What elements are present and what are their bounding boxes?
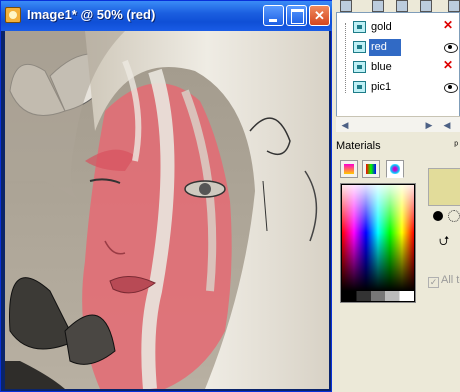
color-spectrum-box[interactable] [340, 183, 416, 303]
window-title: Image1* @ 50% (red) [27, 7, 156, 22]
layer-label: red [369, 39, 401, 56]
all-tools-checkbox[interactable]: ✓All to [428, 274, 460, 288]
layer-label: blue [371, 61, 392, 73]
tab-frame[interactable] [340, 160, 358, 178]
tab-swatches[interactable] [386, 160, 404, 178]
layer-options-icon[interactable] [372, 0, 384, 12]
portrait-artwork [5, 31, 329, 389]
color-spectrum[interactable] [342, 185, 414, 291]
all-tools-label: All to [441, 274, 460, 286]
rainbow-tab-icon [366, 164, 376, 174]
image-window: Image1* @ 50% (red) [0, 0, 332, 392]
layer-label: gold [371, 21, 392, 33]
layer-icon [353, 41, 366, 53]
maximize-button[interactable] [286, 5, 307, 26]
texture-circle-icon[interactable] [448, 210, 460, 222]
layer-icon [353, 61, 366, 73]
tree-line [345, 23, 346, 93]
layer-item-gold[interactable]: gold [353, 19, 433, 36]
tab-rainbow[interactable] [362, 160, 380, 178]
layers-scrollbar[interactable]: ◀ ▶ ◀ [336, 116, 460, 132]
scroll-left-icon[interactable]: ◀ [440, 118, 454, 132]
visibility-eye-icon[interactable] [443, 79, 459, 95]
swatches-tab-icon [390, 164, 400, 174]
pin-icon[interactable]: ᵖ [454, 140, 458, 151]
duplicate-layer-icon[interactable] [396, 0, 408, 12]
layer-icon [353, 81, 366, 93]
layers-panel: gold red blue pic1 ✕ ✕ [336, 12, 460, 132]
layer-icon [353, 21, 366, 33]
swap-colors-icon[interactable]: ⮍ [439, 232, 449, 254]
foreground-swatch[interactable] [428, 168, 460, 206]
scroll-left-icon[interactable]: ◀ [338, 118, 352, 132]
scroll-right-icon[interactable]: ▶ [422, 118, 436, 132]
layer-item-pic1[interactable]: pic1 [353, 79, 433, 96]
title-bar[interactable]: Image1* @ 50% (red) [1, 1, 332, 31]
layer-item-red[interactable]: red [353, 39, 433, 56]
frame-tab-icon [344, 164, 354, 174]
layer-label: pic1 [371, 81, 392, 93]
materials-panel: ⮍ ✓All to [336, 156, 460, 392]
image-canvas[interactable] [5, 31, 329, 389]
delete-layer-x-icon[interactable]: ✕ [443, 59, 455, 71]
close-button[interactable] [309, 5, 330, 26]
palette-area: gold red blue pic1 ✕ ✕ ◀ ▶ ◀ Materials ᵖ… [332, 0, 460, 392]
new-layer-icon[interactable] [340, 0, 352, 12]
layer-properties-icon[interactable] [448, 0, 460, 12]
layer-item-blue[interactable]: blue [353, 59, 433, 76]
minimize-button[interactable] [263, 5, 284, 26]
app-root: Image1* @ 50% (red) ✕ gold red blue pic1… [0, 0, 460, 392]
delete-layer-icon[interactable] [420, 0, 432, 12]
app-icon [5, 7, 21, 23]
foreground-circle-icon[interactable] [433, 211, 443, 221]
materials-header: Materials ᵖ [336, 140, 460, 155]
delete-layer-x-icon[interactable]: ✕ [443, 19, 455, 31]
materials-title: Materials [336, 140, 381, 152]
gray-strip[interactable] [342, 291, 414, 301]
visibility-eye-icon[interactable] [443, 39, 459, 55]
